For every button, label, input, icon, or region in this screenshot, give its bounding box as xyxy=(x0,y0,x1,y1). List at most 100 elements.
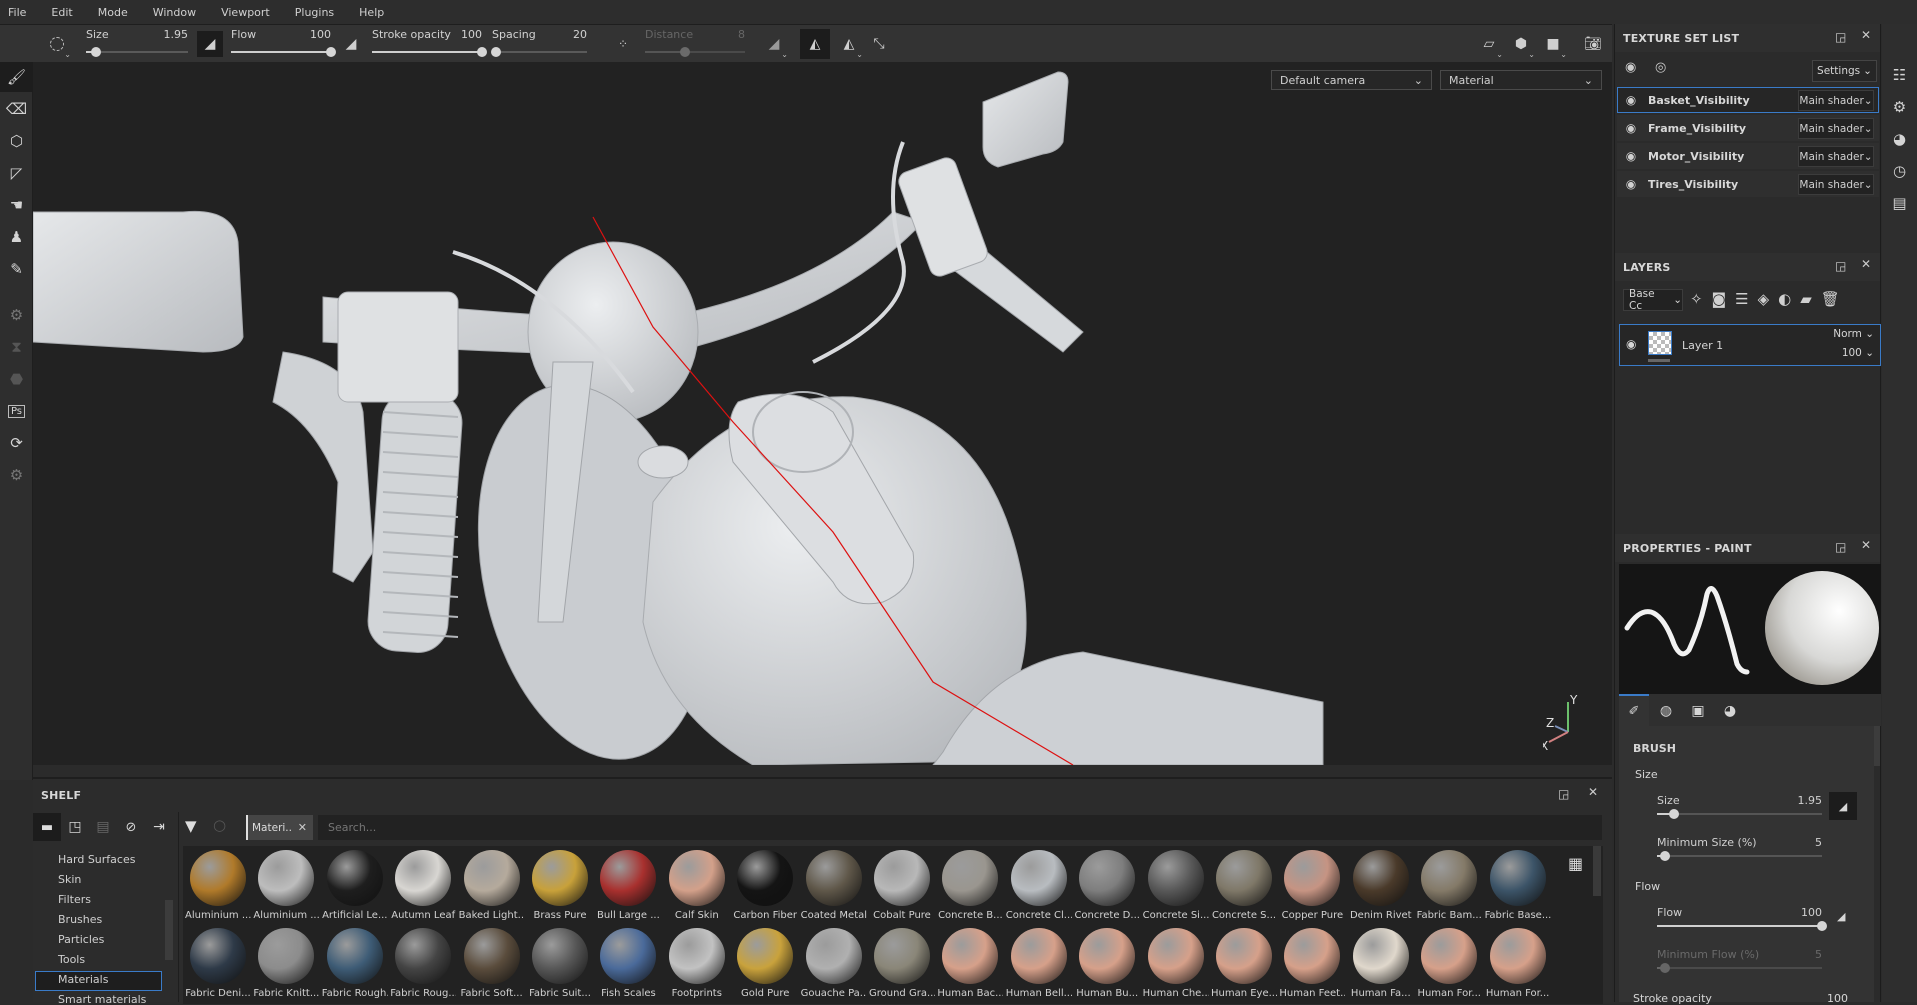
menu-help[interactable]: Help xyxy=(359,6,384,19)
material-thumbnail[interactable]: Human Eye... xyxy=(1211,928,1277,999)
visibility-eye-icon[interactable]: ◉ xyxy=(1618,93,1644,107)
tool-paint[interactable]: 🖌︎ xyxy=(0,62,33,92)
visibility-eye-icon[interactable]: ◉ xyxy=(1618,149,1644,163)
shelf-search-input[interactable] xyxy=(318,815,1602,840)
display-settings-button[interactable]: ⬢ ⌄ xyxy=(1508,31,1535,59)
minimum-size-value[interactable]: 5 xyxy=(1815,836,1822,849)
import-icon[interactable]: ⇥ xyxy=(145,819,173,835)
menu-viewport[interactable]: Viewport xyxy=(221,6,270,19)
tool-clone[interactable]: ♟ xyxy=(0,222,33,252)
slider-knob[interactable] xyxy=(1668,809,1679,819)
add-layer-icon[interactable]: ☰ xyxy=(1735,290,1748,308)
tab-stencil[interactable]: ▣ xyxy=(1683,696,1713,726)
add-fill-layer-icon[interactable]: ◈ xyxy=(1758,290,1770,308)
material-thumbnail[interactable]: Gouache Pa... xyxy=(801,928,867,999)
filter-tag-materials[interactable]: Materi.. ✕ xyxy=(246,815,313,840)
stroke-opacity-value[interactable]: 100 xyxy=(461,28,482,41)
eye-solo-icon[interactable]: ◎ xyxy=(1655,60,1666,75)
filter-icon[interactable]: ▼ xyxy=(185,817,197,835)
material-thumbnail[interactable]: Calf Skin xyxy=(664,850,730,921)
shelf-undock-button[interactable]: ◲ xyxy=(1558,787,1569,801)
minimum-size-slider[interactable]: Minimum Size (%) 5 xyxy=(1657,836,1822,876)
texture-set-settings-toggle[interactable]: ☷ xyxy=(1882,60,1917,90)
material-thumbnail[interactable]: Human For... xyxy=(1416,928,1482,999)
texture-set-close-button[interactable]: ✕ xyxy=(1861,28,1871,42)
material-thumbnail[interactable]: Coated Metal xyxy=(801,850,867,921)
layer-visibility-eye-icon[interactable]: ◉ xyxy=(1626,337,1636,351)
new-shelf-icon[interactable]: ◳ xyxy=(61,819,89,835)
category-particles[interactable]: Particles xyxy=(58,933,104,946)
eye-refresh-icon[interactable]: ◉ xyxy=(1625,60,1636,75)
material-thumbnail[interactable]: Ground Gra... xyxy=(869,928,935,999)
material-thumbnail[interactable]: Aluminium ... xyxy=(185,850,251,921)
pen-pressure-size-toggle[interactable]: ◢ xyxy=(197,31,223,57)
material-thumbnail[interactable]: Concrete Si... xyxy=(1143,850,1209,921)
viewport-mode-button[interactable]: ▱ ⌄ xyxy=(1476,31,1503,59)
shader-dropdown[interactable]: Main shader ⌄ xyxy=(1798,118,1874,139)
add-folder-icon[interactable]: ▰ xyxy=(1800,290,1812,308)
layers-undock-button[interactable]: ◲ xyxy=(1835,259,1846,273)
history-toggle[interactable]: ◷ xyxy=(1882,156,1917,186)
material-grid-scrollbar[interactable] xyxy=(1593,846,1601,896)
distance-slider[interactable]: Distance 8 xyxy=(645,25,745,63)
add-effect-icon[interactable]: ✧ xyxy=(1690,290,1703,308)
material-thumbnail[interactable]: Fabric Roug... xyxy=(390,928,456,999)
properties-close-button[interactable]: ✕ xyxy=(1861,538,1871,552)
tool-substance-source[interactable]: ⚙ xyxy=(0,300,33,330)
flow-value[interactable]: 100 xyxy=(310,28,331,41)
brush-flow-slider[interactable]: Flow 100 xyxy=(1657,906,1827,946)
folder-icon[interactable]: ▬ xyxy=(33,813,61,841)
tool-eraser[interactable]: ⌫ xyxy=(0,94,33,124)
texture-set-row[interactable]: ◉ Motor_Visibility Main shader ⌄ xyxy=(1617,143,1879,169)
slider-knob[interactable] xyxy=(490,47,501,57)
tool-projection[interactable]: ⬡ xyxy=(0,126,33,156)
tool-hourglass[interactable]: ⧗ xyxy=(0,332,33,362)
menu-edit[interactable]: Edit xyxy=(51,6,72,19)
channel-select[interactable]: Base Cc ⌄ xyxy=(1623,288,1683,312)
brush-size-value[interactable]: 1.95 xyxy=(1798,794,1823,807)
menu-file[interactable]: File xyxy=(8,6,26,19)
texture-set-row[interactable]: ◉ Basket_Visibility Main shader ⌄ xyxy=(1617,87,1879,113)
pen-pressure-flow-toggle[interactable]: ◢ xyxy=(338,31,364,57)
menu-mode[interactable]: Mode xyxy=(98,6,128,19)
visibility-eye-icon[interactable]: ◉ xyxy=(1618,121,1644,135)
tool-substance-link[interactable]: ⚙ xyxy=(0,460,33,490)
flow-pen-pressure-toggle[interactable]: ◢ xyxy=(1837,910,1845,923)
category-brushes[interactable]: Brushes xyxy=(58,913,102,926)
material-thumbnail[interactable]: Concrete Cl... xyxy=(1006,850,1072,921)
material-thumbnail[interactable]: Human Feet... xyxy=(1279,928,1345,999)
symmetry-toggle[interactable]: ◭ xyxy=(800,29,830,59)
material-thumbnail[interactable]: Carbon Fiber xyxy=(732,850,798,921)
material-thumbnail[interactable]: Fabric Base... xyxy=(1485,850,1551,921)
category-smart-materials[interactable]: Smart materials xyxy=(58,993,146,1005)
texture-set-row[interactable]: ◉ Tires_Visibility Main shader ⌄ xyxy=(1617,171,1879,197)
transform-toggle[interactable]: ⤡ xyxy=(866,31,892,57)
tool-substance-share[interactable]: ⬣ xyxy=(0,364,33,394)
shader-dropdown[interactable]: Main shader ⌄ xyxy=(1798,90,1874,111)
material-thumbnail[interactable]: Concrete B... xyxy=(937,850,1003,921)
slider-knob[interactable] xyxy=(477,47,487,57)
slider-knob[interactable] xyxy=(1817,921,1827,931)
symmetry-plane-button[interactable]: ◢ ⌄ xyxy=(761,31,788,59)
shader-dropdown[interactable]: Main shader ⌄ xyxy=(1798,146,1874,167)
texture-set-row[interactable]: ◉ Frame_Visibility Main shader ⌄ xyxy=(1617,115,1879,141)
slider-knob[interactable] xyxy=(91,47,102,57)
layers-close-button[interactable]: ✕ xyxy=(1861,257,1871,271)
material-thumbnail[interactable]: Human Fa... xyxy=(1348,928,1414,999)
shader-settings-toggle[interactable]: ◕ xyxy=(1882,124,1917,154)
lazy-mouse-toggle[interactable]: ⁘ xyxy=(610,31,636,57)
stroke-opacity-slider[interactable]: Stroke opacity 100 xyxy=(372,25,487,63)
size-pen-pressure-toggle[interactable]: ◢ xyxy=(1829,792,1857,820)
material-thumbnail[interactable]: Human Bac... xyxy=(937,928,1003,999)
category-filters[interactable]: Filters xyxy=(58,893,91,906)
hide-icon[interactable]: ⊘ xyxy=(117,820,145,835)
add-smart-mask-icon[interactable]: ◐ xyxy=(1778,290,1791,308)
material-thumbnail[interactable]: Fabric Bam... xyxy=(1416,850,1482,921)
menu-plugins[interactable]: Plugins xyxy=(295,6,334,19)
tool-bake[interactable]: ⟳ xyxy=(0,428,33,458)
material-thumbnail[interactable]: Fabric Knitt... xyxy=(253,928,319,999)
material-thumbnail[interactable]: Fabric Rough... xyxy=(322,928,388,999)
spacing-value[interactable]: 20 xyxy=(573,28,587,41)
brush-size-slider[interactable]: Size 1.95 xyxy=(1657,794,1822,834)
stroke-opacity-value[interactable]: 100 xyxy=(1827,992,1848,1005)
